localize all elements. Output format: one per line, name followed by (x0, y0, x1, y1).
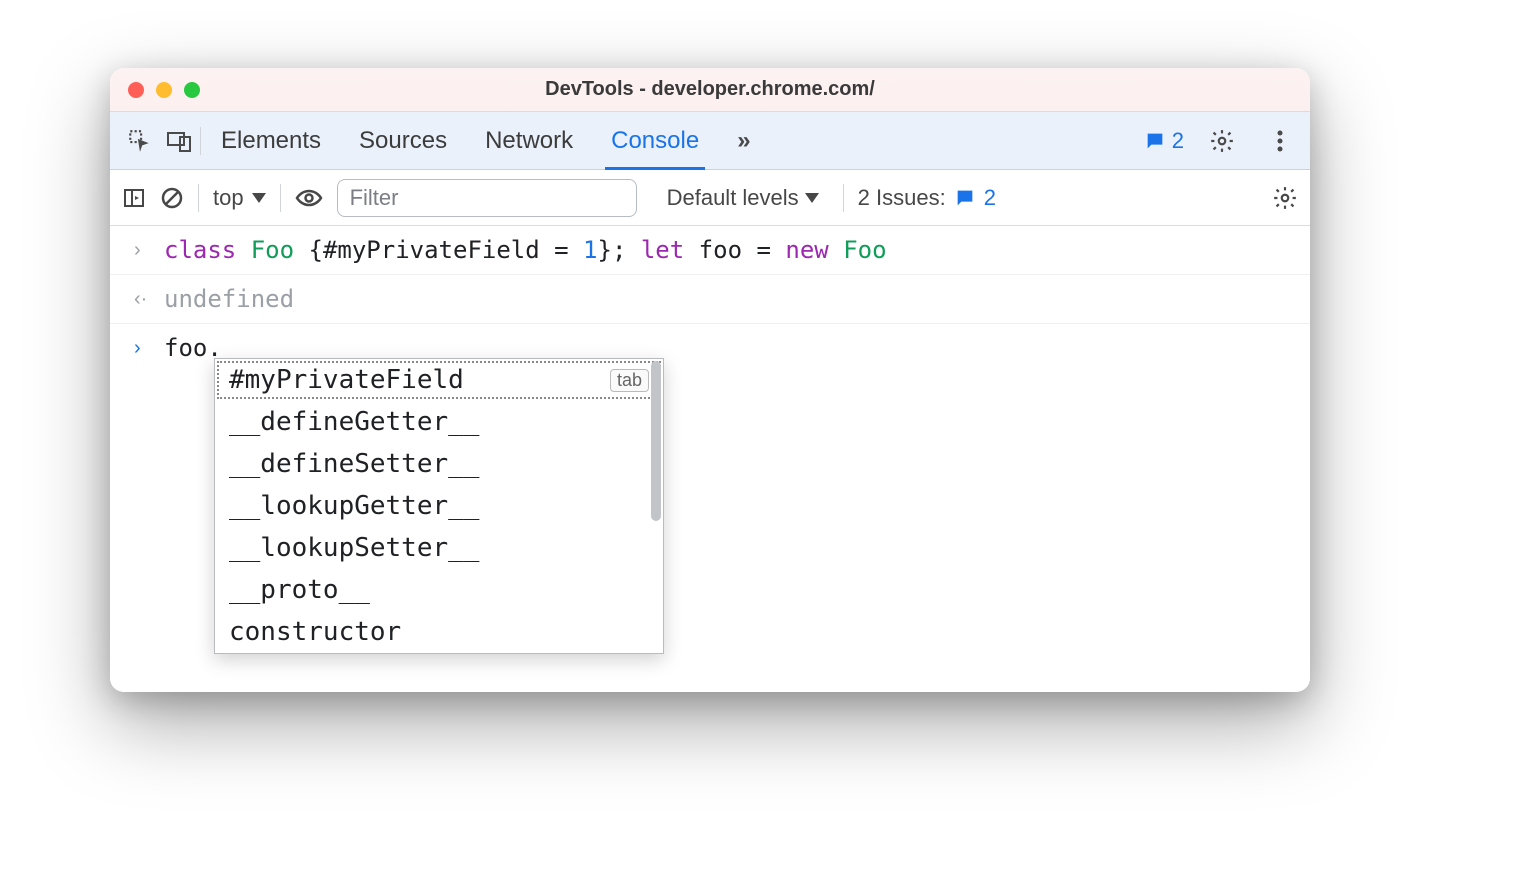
console-result: ‹· undefined (110, 275, 1310, 324)
tab-sources[interactable]: Sources (359, 112, 447, 169)
titlebar: DevTools - developer.chrome.com/ (110, 68, 1310, 112)
tab-console[interactable]: Console (611, 112, 699, 169)
clear-console-icon[interactable] (160, 186, 184, 210)
main-toolbar: Elements Sources Network Console » 2 (110, 112, 1310, 170)
tabs: Elements Sources Network Console » (221, 112, 751, 169)
console-body: › class Foo {#myPrivateField = 1}; let f… (110, 226, 1310, 692)
more-icon[interactable] (1260, 121, 1300, 161)
settings-icon[interactable] (1202, 121, 1242, 161)
autocomplete-popup: #myPrivateField tab __defineGetter__ __d… (214, 358, 664, 654)
prompt-caret-icon: › (134, 334, 152, 362)
issues-badge[interactable]: 2 (1144, 128, 1184, 154)
autocomplete-label: __defineGetter__ (229, 407, 479, 437)
devtools-window: DevTools - developer.chrome.com/ Element… (110, 68, 1310, 692)
levels-label: Default levels (667, 185, 799, 211)
tab-network[interactable]: Network (485, 112, 573, 169)
divider (280, 184, 281, 212)
result-value: undefined (164, 285, 294, 313)
console-toolbar: top Default levels 2 Issues: 2 (110, 170, 1310, 226)
autocomplete-item[interactable]: __lookupGetter__ (215, 485, 663, 527)
divider (198, 184, 199, 212)
console-input-past: › class Foo {#myPrivateField = 1}; let f… (110, 226, 1310, 275)
tabs-overflow-icon[interactable]: » (737, 112, 750, 169)
issues-summary[interactable]: 2 Issues: 2 (858, 185, 996, 211)
context-label: top (213, 185, 244, 211)
window-title: DevTools - developer.chrome.com/ (110, 78, 1310, 101)
console-code: class Foo {#myPrivateField = 1}; let foo… (164, 236, 887, 264)
live-expression-icon[interactable] (295, 188, 323, 208)
autocomplete-label: constructor (229, 617, 401, 647)
log-levels-selector[interactable]: Default levels (667, 185, 819, 211)
scrollbar[interactable] (651, 361, 661, 521)
tab-hint: tab (610, 369, 649, 392)
autocomplete-label: __lookupSetter__ (229, 533, 479, 563)
tab-elements[interactable]: Elements (221, 112, 321, 169)
maximize-button[interactable] (184, 82, 200, 98)
divider (200, 127, 201, 155)
issues-label: 2 Issues: (858, 185, 946, 211)
close-button[interactable] (128, 82, 144, 98)
minimize-button[interactable] (156, 82, 172, 98)
context-selector[interactable]: top (213, 185, 266, 211)
device-toggle-icon[interactable] (160, 121, 200, 161)
autocomplete-item[interactable]: __defineSetter__ (215, 443, 663, 485)
autocomplete-label: __lookupGetter__ (229, 491, 479, 521)
autocomplete-label: __proto__ (229, 575, 370, 605)
autocomplete-label: __defineSetter__ (229, 449, 479, 479)
inspect-icon[interactable] (120, 121, 160, 161)
autocomplete-item[interactable]: __lookupSetter__ (215, 527, 663, 569)
traffic-lights (128, 82, 200, 98)
toolbar-right: 2 (1144, 121, 1300, 161)
filter-input[interactable] (337, 179, 637, 217)
chevron-down-icon (252, 193, 266, 203)
autocomplete-label: #myPrivateField (229, 365, 464, 395)
sidebar-toggle-icon[interactable] (122, 186, 146, 210)
autocomplete-item[interactable]: __proto__ (215, 569, 663, 611)
input-caret-icon: › (134, 236, 152, 264)
divider (843, 184, 844, 212)
autocomplete-item[interactable]: #myPrivateField tab (215, 359, 663, 401)
issues-badge-count: 2 (1172, 128, 1184, 154)
autocomplete-item[interactable]: constructor (215, 611, 663, 653)
issues-count: 2 (984, 185, 996, 211)
console-settings-icon[interactable] (1272, 185, 1298, 211)
chevron-down-icon (805, 193, 819, 203)
output-caret-icon: ‹· (134, 285, 152, 313)
autocomplete-item[interactable]: __defineGetter__ (215, 401, 663, 443)
